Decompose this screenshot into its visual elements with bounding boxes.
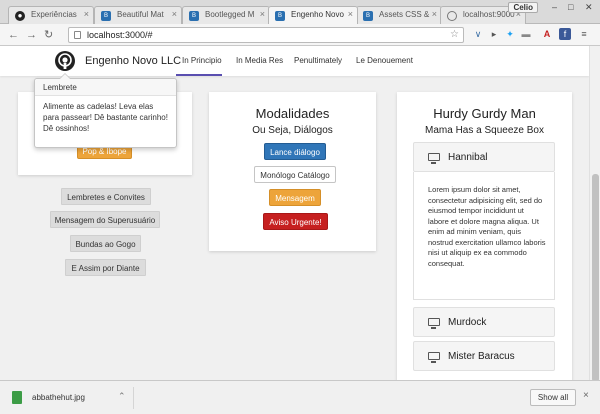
monitor-icon	[428, 318, 440, 329]
close-icon[interactable]: ×	[583, 390, 589, 401]
reload-icon[interactable]: ↻	[44, 28, 53, 42]
tab-title: Assets CSS &	[379, 10, 430, 19]
show-all-button[interactable]: Show all	[530, 389, 576, 406]
page-scrollbar[interactable]	[589, 46, 600, 382]
site-navbar: Engenho Novo LLC In Principio In Media R…	[0, 46, 589, 76]
back-icon[interactable]: ←	[8, 28, 19, 42]
lembretes-button[interactable]: Lembretes e Convites	[61, 188, 151, 205]
aviso-urgente-button[interactable]: Aviso Urgente!	[263, 213, 328, 230]
tab-title: Bootlegged M	[205, 10, 255, 19]
browser-tab[interactable]: ● Experiências ×	[8, 6, 94, 24]
scrollbar-thumb[interactable]	[592, 174, 599, 382]
mensagem-button[interactable]: Mensagem	[269, 189, 321, 206]
browser-toolbar: ← → ↻ localhost:3000/# ☆ ∨ ▸ ✦ ▬ A f ≡	[0, 24, 600, 46]
page-info-icon[interactable]	[74, 31, 81, 39]
file-icon	[12, 391, 22, 404]
accordion-header-hannibal[interactable]: Hannibal	[413, 142, 555, 172]
globe-icon	[447, 11, 457, 21]
bootstrap-icon: B	[189, 11, 199, 21]
accordion-label: Hannibal	[448, 152, 488, 163]
browser-tab-strip: ● Experiências × B Beautiful Mat × B Boo…	[0, 0, 600, 24]
close-tab-icon[interactable]: ×	[348, 9, 353, 19]
accordion-header-mister-baracus[interactable]: Mister Baracus	[413, 341, 555, 371]
extension-icon[interactable]: A	[541, 28, 553, 40]
monitor-icon	[428, 352, 440, 363]
close-window-icon[interactable]: ✕	[585, 2, 593, 13]
forward-icon[interactable]: →	[26, 28, 37, 42]
menu-icon[interactable]: ≡	[578, 28, 590, 40]
bundas-ao-gogo-button[interactable]: Bundas ao Gogo	[70, 235, 141, 252]
chevron-up-icon[interactable]: ⌃	[118, 391, 126, 402]
nav-link-penultimately[interactable]: Penultimately	[294, 56, 342, 65]
modalidades-card: Modalidades Ou Seja, Diálogos Lance diál…	[209, 92, 376, 251]
nav-link-in-media-res[interactable]: In Media Res	[236, 56, 283, 65]
accordion-body-text: Lorem ipsum dolor sit amet, consectetur …	[428, 185, 546, 268]
tab-title: Engenho Novo	[291, 10, 344, 19]
tab-title: Beautiful Mat	[117, 10, 164, 19]
download-bar: abbathehut.jpg ⌃ Show all ×	[0, 380, 600, 414]
nav-link-le-denouement[interactable]: Le Denouement	[356, 56, 413, 65]
browser-tab-active[interactable]: B Engenho Novo ×	[268, 6, 358, 24]
reminder-popover: Lembrete Alimente as cadelas! Leva elas …	[34, 73, 177, 148]
card-subtitle: Ou Seja, Diálogos	[252, 125, 333, 136]
close-tab-icon[interactable]: ×	[260, 9, 265, 19]
nav-link-in-principio[interactable]: In Principio	[182, 56, 222, 65]
e-assim-por-diante-button[interactable]: E Assim por Diante	[65, 259, 146, 276]
monitor-icon	[428, 153, 440, 164]
logo-icon[interactable]	[54, 50, 76, 72]
accordion-label: Mister Baracus	[448, 351, 515, 362]
card-title: Hurdy Gurdy Man	[433, 106, 536, 121]
bookmark-star-icon[interactable]: ☆	[450, 29, 459, 40]
active-nav-indicator	[176, 74, 222, 76]
download-item[interactable]: abbathehut.jpg ⌃	[6, 387, 134, 409]
card-title: Modalidades	[255, 106, 330, 121]
brand-name[interactable]: Engenho Novo LLC	[85, 55, 181, 67]
close-tab-icon[interactable]: ×	[432, 9, 437, 19]
bootstrap-icon: B	[363, 11, 373, 21]
accordion-header-murdock[interactable]: Murdock	[413, 307, 555, 337]
address-bar[interactable]: localhost:3000/# ☆	[68, 27, 464, 43]
tab-title: localhost:9000	[463, 10, 515, 19]
accordion-label: Murdock	[448, 317, 487, 328]
facebook-icon[interactable]: f	[559, 28, 571, 40]
extension-icon[interactable]: ▬	[520, 28, 532, 40]
bootstrap-icon: B	[101, 11, 111, 21]
hurdy-gurdy-card: Hurdy Gurdy Man Mama Has a Squeeze Box H…	[397, 92, 572, 380]
browser-tab[interactable]: B Beautiful Mat ×	[94, 6, 182, 24]
monologo-catalogo-button[interactable]: Monólogo Catálogo	[254, 166, 336, 183]
accordion-panel-hannibal: Lorem ipsum dolor sit amet, consectetur …	[413, 172, 555, 300]
browser-tab[interactable]: B Bootlegged M ×	[182, 6, 270, 24]
browser-tab[interactable]: B Assets CSS & ×	[356, 6, 442, 24]
page-viewport: Engenho Novo LLC In Principio In Media R…	[0, 46, 589, 380]
profile-button[interactable]: Celio	[508, 2, 538, 13]
mensagem-superusuario-button[interactable]: Mensagem do Superusuário	[50, 211, 160, 228]
extension-icon[interactable]: ▸	[488, 28, 500, 40]
maximize-icon[interactable]: □	[568, 2, 573, 12]
card-subtitle: Mama Has a Squeeze Box	[425, 125, 544, 136]
close-tab-icon[interactable]: ×	[84, 9, 89, 19]
url-text: localhost:3000/#	[87, 30, 153, 40]
github-icon: ●	[15, 11, 25, 21]
close-tab-icon[interactable]: ×	[172, 9, 177, 19]
download-filename: abbathehut.jpg	[32, 393, 85, 402]
extension-icon[interactable]: ∨	[472, 28, 484, 40]
popover-body: Alimente as cadelas! Leva elas para pass…	[43, 102, 168, 133]
bootstrap-icon: B	[275, 11, 285, 21]
twitter-icon[interactable]: ✦	[504, 28, 516, 40]
lance-dialogo-button[interactable]: Lance diálogo	[264, 143, 326, 160]
tab-title: Experiências	[31, 10, 77, 19]
minimize-icon[interactable]: –	[552, 2, 557, 12]
popover-title: Lembrete	[35, 79, 176, 96]
